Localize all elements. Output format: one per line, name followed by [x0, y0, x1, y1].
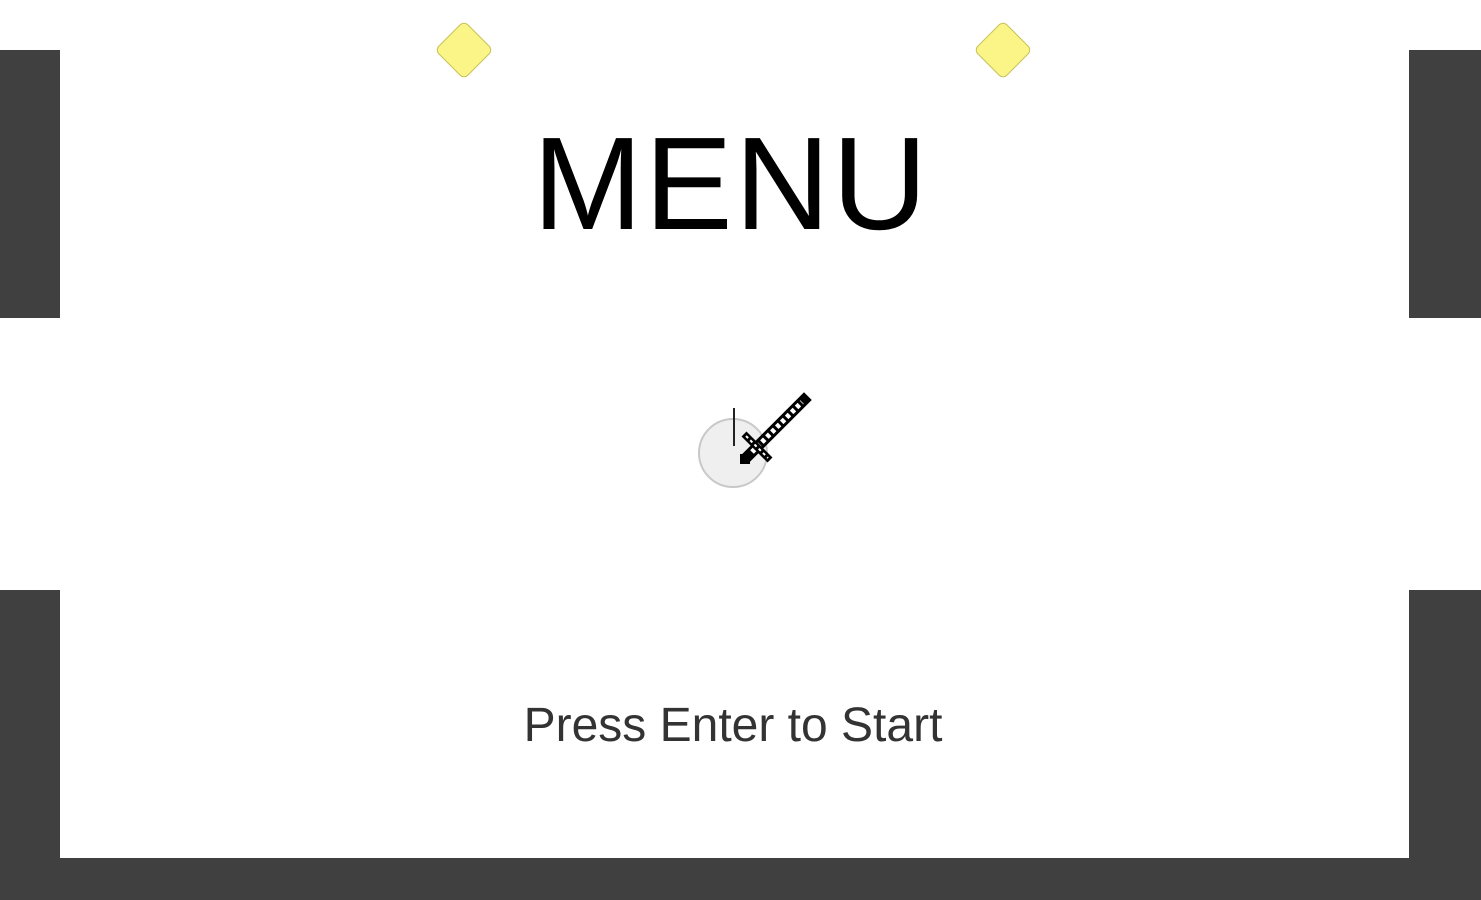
sword-cursor-icon	[740, 392, 812, 464]
menu-title: MENU	[532, 110, 930, 257]
aim-indicator	[733, 408, 735, 446]
game-canvas[interactable]: MENU Press Enter to Start	[0, 0, 1481, 900]
start-prompt: Press Enter to Start	[523, 699, 943, 752]
wall-bottom	[0, 858, 1481, 900]
diamond-gem-icon	[973, 20, 1033, 80]
diamond-gem-icon	[434, 20, 494, 80]
